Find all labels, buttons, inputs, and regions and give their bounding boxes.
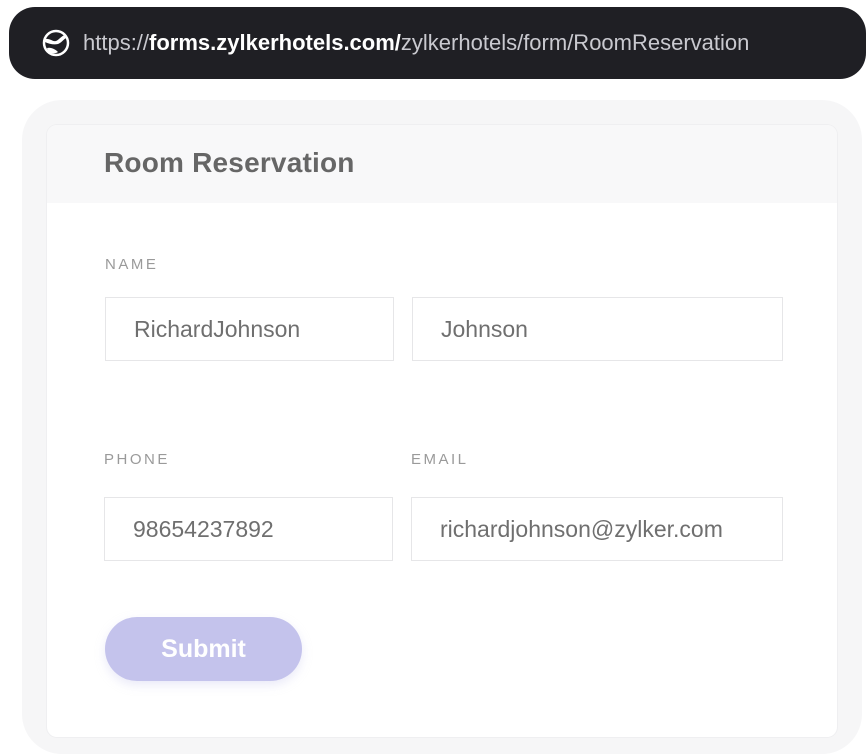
email-label: EMAIL	[411, 451, 469, 468]
url-path: zylkerhotels/form/RoomReservation	[400, 30, 750, 55]
phone-label: PHONE	[104, 451, 170, 468]
submit-button[interactable]: Submit	[105, 617, 302, 681]
last-name-input[interactable]: Johnson	[412, 297, 783, 361]
form-header: Room Reservation	[47, 125, 837, 203]
phone-input[interactable]: 98654237892	[104, 497, 393, 561]
url-text: https://forms.zylkerhotels.com/zylkerhot…	[83, 30, 749, 56]
first-name-value: RichardJohnson	[134, 315, 301, 342]
email-input[interactable]: richardjohnson@zylker.com	[411, 497, 783, 561]
url-domain: forms.zylkerhotels.com/	[149, 30, 401, 55]
first-name-input[interactable]: RichardJohnson	[105, 297, 394, 361]
name-label: NAME	[105, 256, 159, 273]
globe-icon	[39, 26, 73, 60]
page: https://forms.zylkerhotels.com/zylkerhot…	[0, 0, 868, 755]
phone-value: 98654237892	[133, 515, 274, 542]
email-value: richardjohnson@zylker.com	[440, 515, 723, 542]
url-protocol: https://	[83, 30, 150, 55]
last-name-value: Johnson	[441, 315, 528, 342]
address-bar[interactable]: https://forms.zylkerhotels.com/zylkerhot…	[9, 7, 866, 79]
form-title: Room Reservation	[104, 147, 355, 178]
